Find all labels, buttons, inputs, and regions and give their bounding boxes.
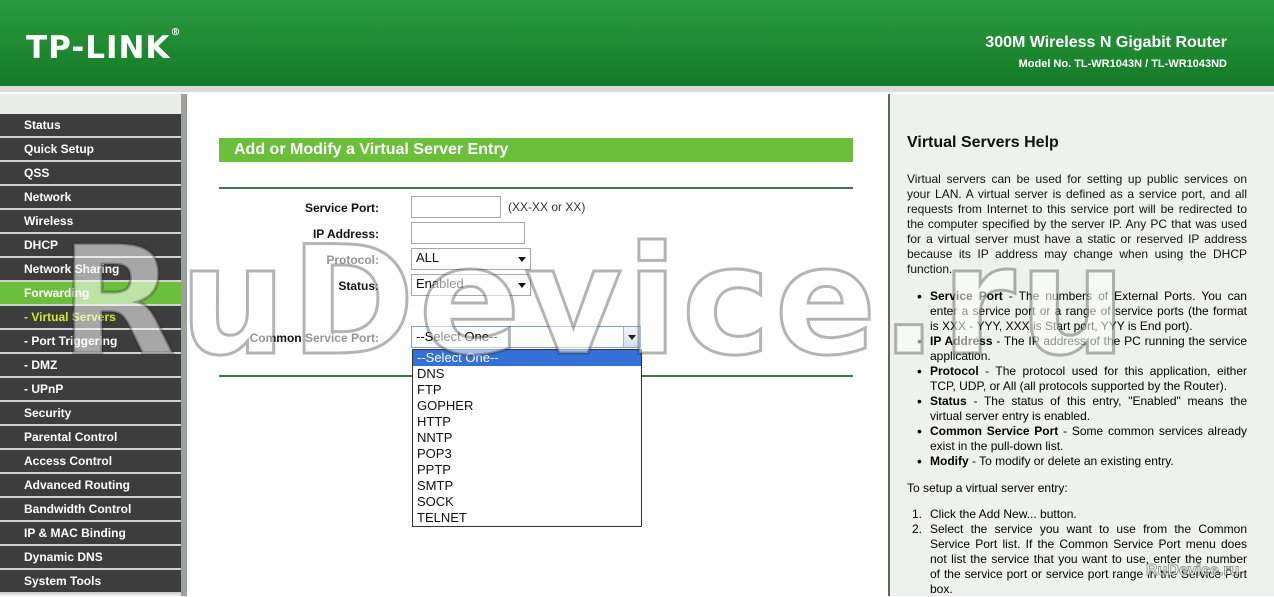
sidebar-item-access-control[interactable]: Access Control <box>0 450 181 474</box>
sidebar-item-status[interactable]: Status <box>0 114 181 138</box>
common-service-port-select[interactable]: --Select One-- <box>411 326 641 348</box>
sidebar-item-system-tools[interactable]: System Tools <box>0 570 181 594</box>
status-select[interactable]: Enabled <box>411 274 531 296</box>
help-item: Common Service Port - Some common servic… <box>907 424 1247 454</box>
help-title: Virtual Servers Help <box>907 134 1059 151</box>
dropdown-option[interactable]: PPTP <box>413 462 641 478</box>
dropdown-option[interactable]: POP3 <box>413 446 641 462</box>
help-item: IP Address - The IP address of the PC ru… <box>907 334 1247 364</box>
sidebar-item-dhcp[interactable]: DHCP <box>0 234 181 258</box>
common-service-port-label: Common Service Port: <box>249 331 379 345</box>
common-service-port-value: --Select One-- <box>416 329 498 344</box>
protocol-select[interactable]: ALL <box>411 248 531 270</box>
main-content: Add or Modify a Virtual Server Entry Ser… <box>186 94 888 596</box>
ip-address-label: IP Address: <box>312 227 379 241</box>
sidebar-item-port-triggering[interactable]: - Port Triggering <box>0 330 181 354</box>
sidebar-item-virtual-servers[interactable]: - Virtual Servers <box>0 306 181 330</box>
sidebar-item-qss[interactable]: QSS <box>0 162 181 186</box>
help-item: Protocol - The protocol used for this ap… <box>907 364 1247 394</box>
help-intro: Virtual servers can be used for setting … <box>907 172 1247 276</box>
service-port-input[interactable] <box>411 196 501 218</box>
dropdown-option[interactable]: HTTP <box>413 414 641 430</box>
help-item: Modify - To modify or delete an existing… <box>907 454 1247 469</box>
dropdown-option[interactable]: TELNET <box>413 510 641 526</box>
status-value: Enabled <box>416 276 464 291</box>
product-title: 300M Wireless N Gigabit Router <box>985 34 1227 51</box>
sidebar-item-advanced-routing[interactable]: Advanced Routing <box>0 474 181 498</box>
help-panel: Virtual Servers Help Virtual servers can… <box>888 94 1274 596</box>
sidebar-item-ip-mac-binding[interactable]: IP & MAC Binding <box>0 522 181 546</box>
sidebar-item-upnp[interactable]: - UPnP <box>0 378 181 402</box>
setup-step: 1. Click the Add New... button. <box>912 507 1077 521</box>
protocol-value: ALL <box>416 250 440 265</box>
ip-address-input[interactable] <box>411 222 525 244</box>
sidebar-item-network[interactable]: Network <box>0 186 181 210</box>
sidebar-item-dmz[interactable]: - DMZ <box>0 354 181 378</box>
sidebar-item-dynamic-dns[interactable]: Dynamic DNS <box>0 546 181 570</box>
sidebar-item-forwarding[interactable]: Forwarding <box>0 282 181 306</box>
divider-top <box>219 187 853 189</box>
chevron-down-icon <box>518 257 526 262</box>
setup-steps: 1. Click the Add New... button. 2. Select … <box>907 507 1247 597</box>
help-item: Status - The status of this entry, "Enab… <box>907 394 1247 424</box>
sidebar-item-bandwidth-control[interactable]: Bandwidth Control <box>0 498 181 522</box>
sidebar-menu: Status Quick Setup QSS Network Wireless … <box>0 114 181 594</box>
service-port-label: Service Port: <box>304 201 379 215</box>
setup-title: To setup a virtual server entry: <box>907 481 1068 495</box>
dropdown-option[interactable]: SOCK <box>413 494 641 510</box>
dropdown-option[interactable]: FTP <box>413 382 641 398</box>
chevron-down-icon <box>518 283 526 288</box>
dropdown-option[interactable]: NNTP <box>413 430 641 446</box>
tp-link-logo: TP-LINK® <box>26 26 182 66</box>
model-number: Model No. TL-WR1043N / TL-WR1043ND <box>1018 58 1227 70</box>
help-list: Service Port - The numbers of External P… <box>907 289 1247 469</box>
dropdown-option[interactable]: GOPHER <box>413 398 641 414</box>
dropdown-arrow-icon[interactable] <box>623 327 640 347</box>
header-banner: TP-LINK® 300M Wireless N Gigabit Router … <box>0 0 1274 92</box>
dropdown-option[interactable]: --Select One-- <box>413 350 641 366</box>
service-port-hint: (XX-XX or XX) <box>508 200 586 214</box>
sidebar-item-quick-setup[interactable]: Quick Setup <box>0 138 181 162</box>
sidebar-item-network-sharing[interactable]: Network Sharing <box>0 258 181 282</box>
status-label: Status: <box>338 279 379 293</box>
common-service-port-dropdown: --Select One-- DNS FTP GOPHER HTTP NNTP … <box>412 349 642 527</box>
sidebar: Status Quick Setup QSS Network Wireless … <box>0 94 186 596</box>
setup-step: 2. Select the service you want to use fro… <box>912 522 1247 596</box>
protocol-label: Protocol: <box>326 253 379 267</box>
sidebar-item-parental-control[interactable]: Parental Control <box>0 426 181 450</box>
dropdown-option[interactable]: SMTP <box>413 478 641 494</box>
sidebar-item-wireless[interactable]: Wireless <box>0 210 181 234</box>
help-item: Service Port - The numbers of External P… <box>907 289 1247 334</box>
dropdown-option[interactable]: DNS <box>413 366 641 382</box>
sidebar-item-security[interactable]: Security <box>0 402 181 426</box>
section-title: Add or Modify a Virtual Server Entry <box>219 138 853 162</box>
